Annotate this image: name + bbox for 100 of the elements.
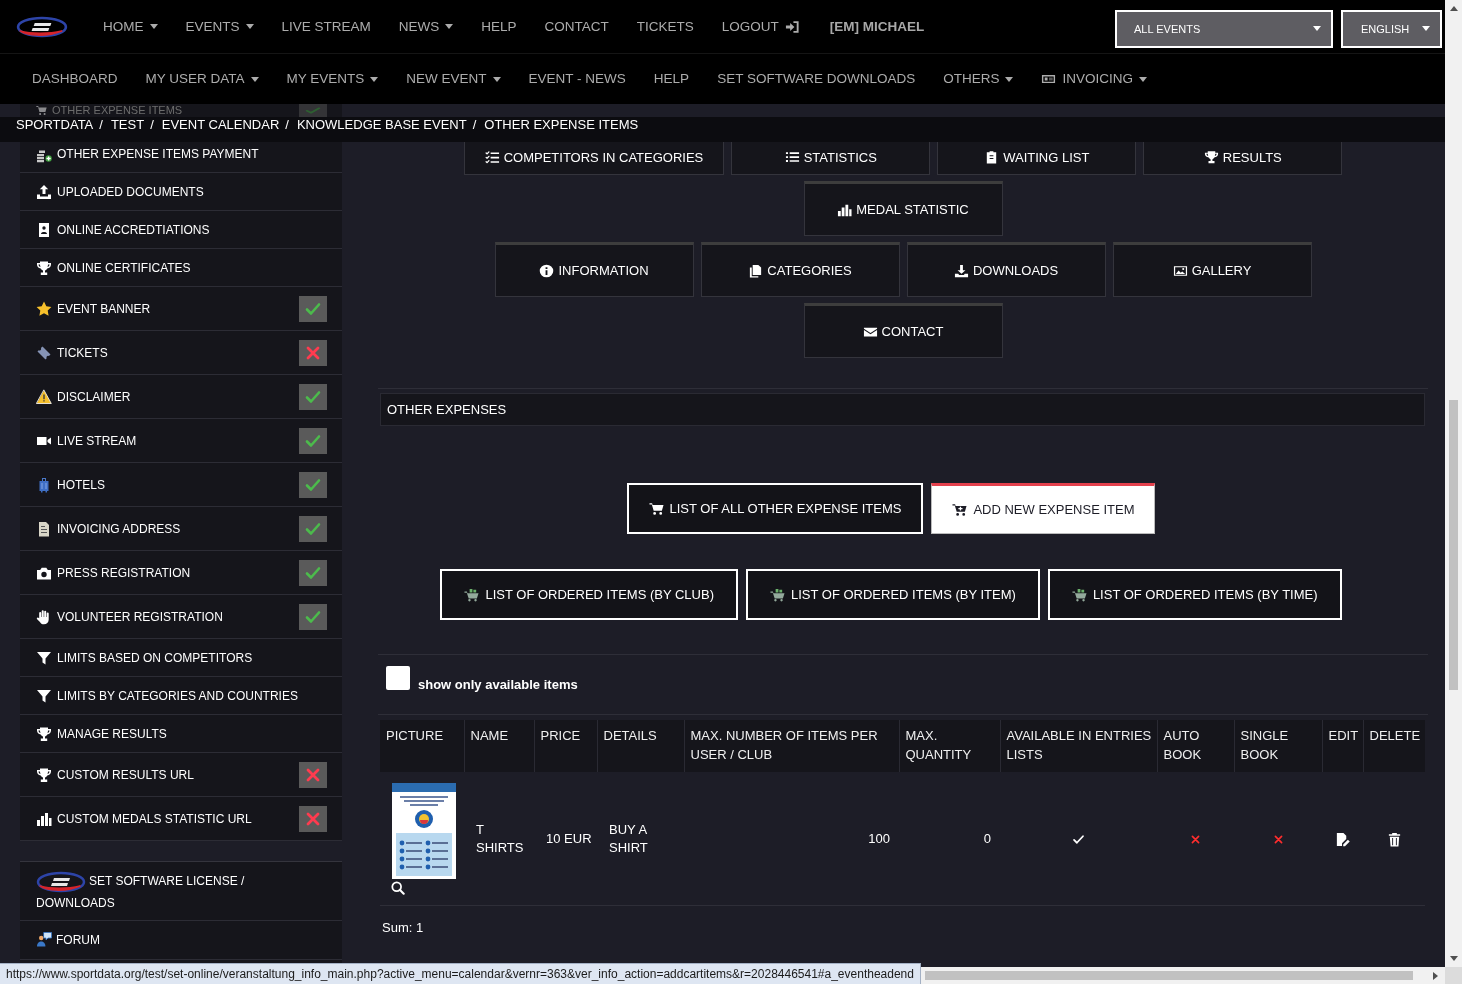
sidebar-item[interactable]: OTHER EXPENSE ITEMS [20,104,342,117]
search-icon[interactable] [391,880,405,895]
column-header: NAME [464,720,534,772]
trophy-icon [36,259,52,276]
cart-icon [770,587,785,602]
report-button[interactable]: LIST OF ORDERED ITEMS (BY ITEM) [746,569,1040,620]
nav-link[interactable]: MY USER DATA [131,70,273,88]
nav-link[interactable]: EVENT - NEWS [514,70,640,88]
bar-chart-icon [837,202,853,217]
cart-icon [952,502,968,517]
menu-button[interactable]: RESULTS [1143,142,1343,175]
breadcrumb-item[interactable]: TEST [110,117,145,133]
column-header: SINGLE BOOK [1234,720,1322,772]
breadcrumb-item[interactable]: EVENT CALENDAR [161,117,280,133]
cart-icon [648,501,664,516]
nav-link[interactable]: SET SOFTWARE DOWNLOADS [703,70,930,88]
breadcrumb-separator: / [150,117,154,133]
nav-link[interactable]: TICKETS [622,17,708,36]
cart-icon [36,105,47,116]
nav-link[interactable]: NEWS [384,17,468,36]
menu-button[interactable]: DOWNLOADS [906,242,1106,297]
nav-link[interactable]: INVOICING [1027,70,1161,88]
scrollbar-thumb[interactable] [1449,400,1458,690]
info-icon [539,263,555,278]
sidebar-item[interactable]: FORUM [20,921,342,960]
trophy-icon [36,766,52,783]
checkbox-label: show only available items [418,677,578,693]
list-check-icon [484,150,500,164]
tab[interactable]: LIST OF ALL OTHER EXPENSE ITEMS [626,483,924,534]
nav-link[interactable]: MY EVENTS [272,70,393,88]
menu-button[interactable]: STATISTICS [731,142,931,175]
checkbox[interactable] [386,666,410,690]
scroll-right-arrow-icon[interactable] [1433,971,1438,980]
menu-button[interactable]: CATEGORIES [700,242,900,297]
column-header: MAX. QUANTITY [899,720,1000,772]
filter-icon [36,649,52,666]
column-header: DETAILS [597,720,684,772]
menu-button[interactable]: MEDAL STATISTIC [803,181,1003,236]
filter-icon [36,687,52,704]
nav-link[interactable]: HELP [467,17,531,36]
invoice-icon [36,520,52,537]
nav-link[interactable]: NEW EVENT [392,70,515,88]
list-icon [784,150,800,164]
breadcrumb-item[interactable]: OTHER EXPENSE ITEMS [484,117,639,133]
sum-label: Sum: 1 [381,920,425,935]
logo-icon [36,871,86,893]
money-bill-icon [1041,72,1057,86]
table-cell: BUY A SHIRT [597,772,684,906]
nav-link[interactable]: HELP [639,70,704,88]
user-name[interactable]: [EM] MICHAEL [829,19,925,34]
id-badge-icon [36,221,52,238]
nav-link[interactable]: OTHERS [929,70,1028,88]
nav-link[interactable]: LOGOUT [707,17,814,36]
breadcrumb-item[interactable]: SPORTDATA [16,117,94,133]
tab[interactable]: ADD NEW EXPENSE ITEM [931,483,1156,534]
breadcrumb-separator: / [285,117,289,133]
copy-icon [748,263,764,278]
menu-button[interactable]: COMPETITORS IN CATEGORIES [463,142,725,175]
scroll-down-arrow-icon[interactable] [1449,956,1458,961]
edit-icon[interactable] [1335,831,1350,847]
nav-link[interactable]: EVENTS [171,17,268,36]
upload-icon [36,183,52,200]
nav-link[interactable]: LIVE STREAM [267,17,385,36]
table-cell: T SHIRTS [464,772,534,906]
scroll-up-arrow-icon[interactable] [1449,6,1458,11]
caret-icon [1313,26,1321,31]
column-header: MAX. NUMBER OF ITEMS PER USER / CLUB [684,720,899,772]
event-select[interactable]: ALL EVENTS [1115,9,1333,48]
menu-button[interactable]: CONTACT [803,303,1003,358]
menu-button[interactable]: GALLERY [1112,242,1312,297]
nav-link[interactable]: DASHBOARD [18,70,132,88]
scrollbar-thumb[interactable] [925,971,1413,980]
table-cell: 100 [684,772,899,906]
image-icon [1172,263,1188,278]
cart-icon [1071,587,1087,602]
column-header: EDIT [1322,720,1363,772]
star-icon [36,300,52,317]
logo-icon[interactable] [16,15,68,38]
scrollbar-corner [1445,967,1462,984]
nav-link[interactable]: HOME [89,17,172,36]
trash-icon[interactable] [1386,831,1402,847]
language-select[interactable]: ENGLISH [1341,9,1442,48]
breadcrumb-item[interactable]: KNOWLEDGE BASE EVENT [296,117,467,133]
menu-button[interactable]: WAITING LIST [937,142,1137,175]
forum-person-icon [36,931,52,947]
breadcrumb-separator: / [99,117,103,133]
nav-link[interactable]: CONTACT [530,17,623,36]
trophy-icon [1203,150,1219,164]
trophy-icon [36,725,52,742]
report-button[interactable]: LIST OF ORDERED ITEMS (BY CLUB) [440,569,738,620]
report-button[interactable]: LIST OF ORDERED ITEMS (BY TIME) [1047,569,1342,620]
column-header: PICTURE [380,720,464,772]
table-cell: 0 [899,772,1000,906]
column-header: AUTO BOOK [1157,720,1234,772]
menu-button[interactable]: INFORMATION [494,242,694,297]
sidebar-item[interactable]: SET SOFTWARE LICENSE / DOWNLOADS [20,862,342,921]
column-header: AVAILABLE IN ENTRIES LISTS [1000,720,1157,772]
breadcrumb-separator: / [472,117,477,133]
table-cell: 10 EUR [534,772,597,906]
hand-icon [36,608,52,625]
